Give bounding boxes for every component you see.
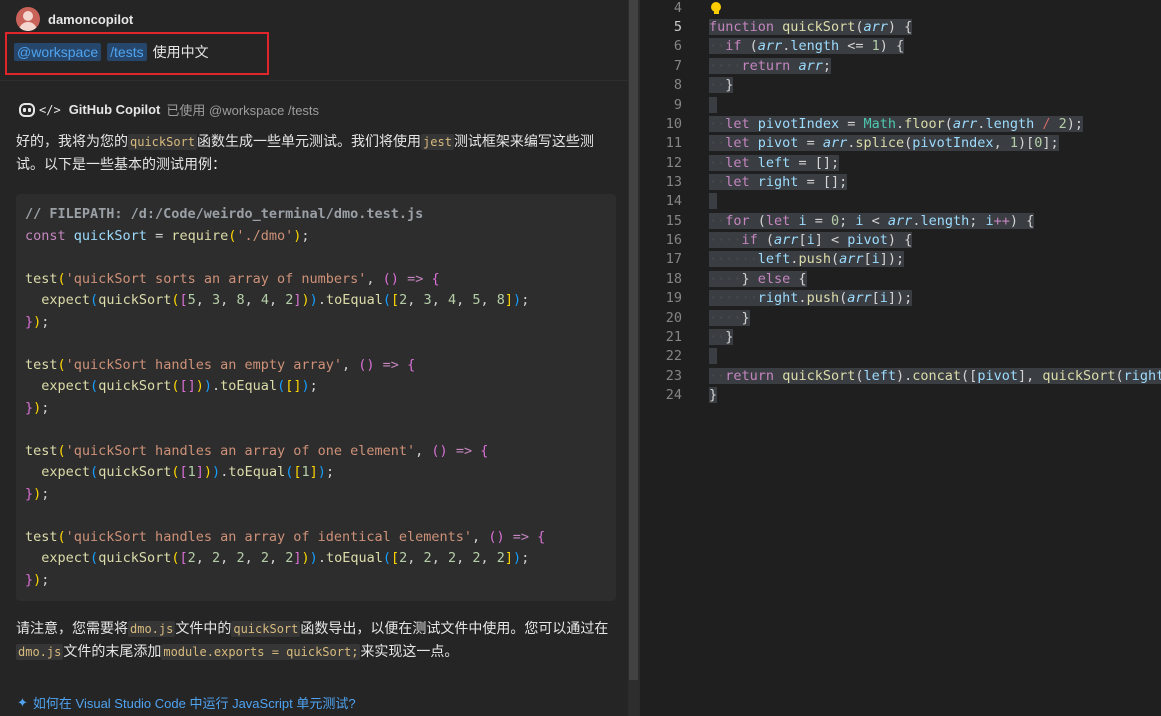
inline-code: dmo.js [128, 621, 176, 637]
code-line[interactable]: ··if (arr.length <= 1) { [709, 38, 905, 54]
line-number: 7 [673, 58, 682, 74]
tests-command-chip[interactable]: /tests [107, 43, 147, 61]
followup-suggestion[interactable]: ✦ 如何在 Visual Studio Code 中运行 JavaScript … [17, 693, 356, 712]
code-line[interactable] [709, 348, 718, 364]
line-number: 24 [665, 387, 682, 403]
line-number: 5 [673, 19, 682, 35]
user-request: @workspace /tests 使用中文 [14, 42, 209, 62]
code-line[interactable]: } [709, 387, 718, 403]
code-line[interactable]: ··let right = []; [709, 174, 848, 190]
line-number: 18 [665, 271, 682, 287]
code-line[interactable]: ······left.push(arr[i]); [709, 251, 905, 267]
line-number: 6 [673, 38, 682, 54]
line-number: 11 [665, 135, 682, 151]
sparkle-icon: ✦ [17, 694, 28, 710]
code-line[interactable] [709, 193, 718, 209]
response-intro: 好的，我将为您的 quickSort 函数生成一些单元测试。我们将使用 jest 测试框… [16, 134, 594, 173]
line-number: 14 [665, 193, 682, 209]
code-line[interactable]: ····} [709, 310, 750, 326]
copilot-chat-panel: damoncopilot @workspace /tests 使用中文 </> … [0, 0, 628, 716]
code-block[interactable]: // FILEPATH: /d:/Code/weirdo_terminal/dm… [16, 194, 616, 601]
line-number: 12 [665, 155, 682, 171]
line-number: 16 [665, 232, 682, 248]
copilot-icon: </> [19, 102, 61, 117]
code-line[interactable]: ··return quickSort(left).concat([pivot],… [709, 368, 1161, 384]
line-number: 9 [673, 97, 682, 113]
line-number: 13 [665, 174, 682, 190]
line-number: 8 [673, 77, 682, 93]
code-line[interactable]: ··let left = []; [709, 155, 840, 171]
code-line[interactable]: ··for (let i = 0; i < arr.length; i++) { [709, 213, 1035, 229]
user-message-header: damoncopilot [16, 6, 133, 32]
scrollbar-thumb[interactable] [629, 0, 638, 680]
inline-code: jest [421, 134, 454, 150]
inline-code: module.exports = quickSort; [161, 644, 361, 660]
code-line[interactable]: ··} [709, 77, 734, 93]
code-line[interactable]: ··let pivotIndex = Math.floor(arr.length… [709, 116, 1084, 132]
user-avatar [16, 7, 40, 31]
bot-name: GitHub Copilot [68, 102, 161, 117]
inline-code: quickSort [128, 134, 198, 150]
response-note: 请注意，您需要将 dmo.js 文件中的 quickSort 函数导出，以便在测试文件中… [16, 621, 609, 660]
inline-code: dmo.js [16, 644, 64, 660]
message-divider [0, 80, 628, 81]
request-text: 使用中文 [152, 44, 209, 60]
code-filepath-comment: // FILEPATH: /d:/Code/weirdo_terminal/dm… [25, 206, 424, 222]
code-editor[interactable]: 4 5 6 7 8 9 10 11 12 13 14 15 16 17 18 19 20 21 22 23 24 fun… [640, 0, 1161, 716]
line-number: 22 [665, 348, 682, 364]
bot-message-header: </> GitHub Copilot 已使用 @workspace /tests [19, 100, 319, 119]
line-number: 17 [665, 251, 682, 267]
inline-code: quickSort [231, 621, 301, 637]
code-line[interactable]: ····} else { [709, 271, 807, 287]
followup-text[interactable]: 如何在 Visual Studio Code 中运行 JavaScript 单元… [33, 693, 356, 712]
code-line[interactable]: ····return arr; [709, 58, 831, 74]
code-line[interactable]: ······right.push(arr[i]); [709, 290, 913, 306]
line-number: 19 [665, 290, 682, 306]
line-number: 20 [665, 310, 682, 326]
workspace-mention-chip[interactable]: @workspace [14, 43, 102, 61]
code-line[interactable]: ··} [709, 329, 734, 345]
code-line[interactable] [709, 97, 718, 113]
used-references[interactable]: 已使用 @workspace /tests [166, 100, 319, 119]
lightbulb-icon[interactable] [711, 2, 721, 14]
line-number: 21 [665, 329, 682, 345]
code-line[interactable]: ····if (arr[i] < pivot) { [709, 232, 913, 248]
chat-scrollbar[interactable] [628, 0, 639, 716]
line-number: 15 [665, 213, 682, 229]
line-number: 4 [673, 0, 682, 16]
line-number: 10 [665, 116, 682, 132]
line-number: 23 [665, 368, 682, 384]
code-line[interactable]: ··let pivot = arr.splice(pivotIndex, 1)[… [709, 135, 1059, 151]
username: damoncopilot [48, 11, 134, 27]
code-line[interactable]: function quickSort(arr) { [709, 19, 913, 35]
